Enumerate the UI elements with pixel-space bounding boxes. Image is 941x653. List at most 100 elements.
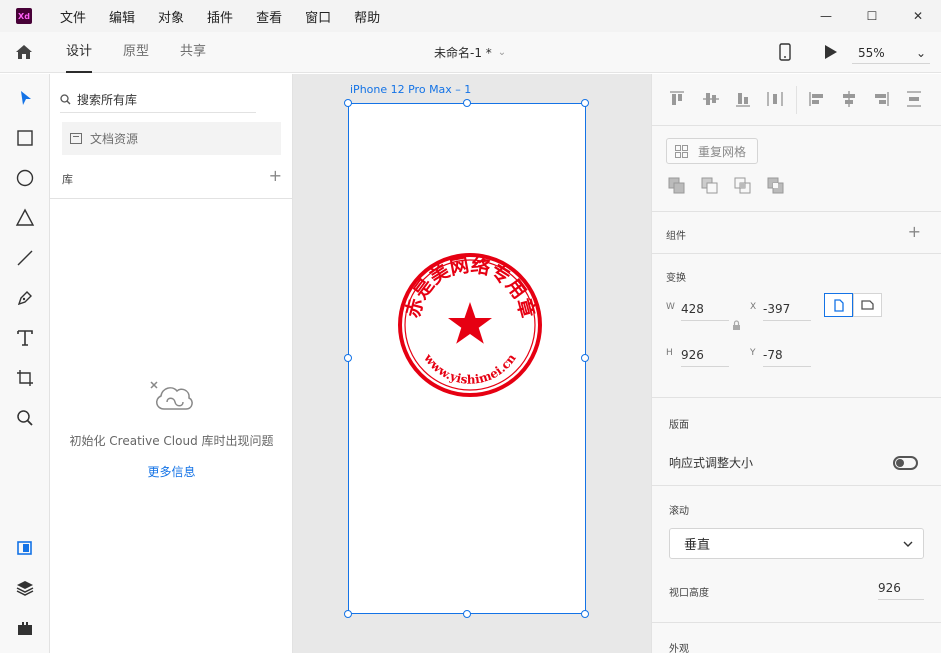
divider — [652, 211, 941, 212]
document-title[interactable]: 未命名-1 * ⌄ — [434, 44, 506, 61]
document-assets-icon — [70, 133, 82, 144]
document-assets-label: 文档资源 — [90, 132, 139, 146]
divider — [652, 485, 941, 486]
ellipse-icon[interactable] — [15, 168, 35, 188]
document-title-text: 未命名-1 * — [434, 46, 492, 60]
property-inspector: 重复网格 组件 + 变换 W 428 X -397 H 926 Y -78 版面… — [651, 74, 941, 653]
chevron-down-icon — [903, 541, 913, 547]
maximize-button[interactable]: ☐ — [849, 0, 895, 32]
artboard-icon[interactable] — [15, 368, 35, 388]
menu-edit[interactable]: 编辑 — [109, 7, 135, 26]
layers-icon[interactable] — [15, 578, 35, 598]
align-bottom-icon[interactable] — [734, 90, 752, 108]
device-preview-icon[interactable] — [779, 43, 791, 61]
width-field[interactable]: 428 — [681, 299, 729, 321]
text-icon[interactable] — [15, 328, 35, 348]
libraries-panel: 搜索所有库 文档资源 库 + 初始化 Creative Cloud 库时出现问题… — [50, 74, 293, 653]
scroll-direction-value: 垂直 — [684, 538, 711, 553]
home-icon[interactable] — [14, 42, 34, 62]
menu-view[interactable]: 查看 — [256, 7, 282, 26]
line-icon[interactable] — [15, 248, 35, 268]
library-search-input[interactable]: 搜索所有库 — [60, 87, 256, 113]
canvas[interactable]: iPhone 12 Pro Max – 1 赤是美网络专用章 www.yishi… — [293, 74, 651, 653]
minimize-button[interactable]: — — [803, 0, 849, 32]
libraries-icon[interactable] — [15, 538, 35, 558]
menu-file[interactable]: 文件 — [60, 7, 86, 26]
mode-bar: 设计 原型 共享 未命名-1 * ⌄ 55% ⌄ — [0, 32, 941, 73]
resize-handle-top-right[interactable] — [581, 99, 589, 107]
select-icon[interactable] — [15, 88, 35, 108]
distribute-vertical-icon[interactable] — [905, 90, 923, 108]
resize-handle-left[interactable] — [344, 354, 352, 362]
add-component-button[interactable]: + — [908, 222, 921, 241]
add-library-button[interactable]: + — [269, 168, 282, 187]
boolean-operations — [668, 177, 800, 194]
divider — [652, 622, 941, 623]
chevron-down-icon: ⌄ — [497, 47, 507, 58]
library-header: 库 + — [62, 168, 282, 187]
landscape-button[interactable] — [853, 293, 882, 317]
play-icon[interactable] — [824, 44, 838, 60]
menu-window[interactable]: 窗口 — [305, 7, 331, 26]
responsive-resize-toggle[interactable] — [893, 456, 918, 470]
height-field[interactable]: 926 — [681, 345, 729, 367]
y-field[interactable]: -78 — [763, 345, 811, 367]
resize-handle-right[interactable] — [581, 354, 589, 362]
rectangle-icon[interactable] — [15, 128, 35, 148]
align-left-icon[interactable] — [808, 90, 826, 108]
library-header-label: 库 — [62, 173, 73, 186]
resize-handle-bottom[interactable] — [463, 610, 471, 618]
triangle-icon[interactable] — [15, 208, 35, 228]
xd-logo-icon: Xd — [16, 8, 32, 24]
close-button[interactable]: ✕ — [895, 0, 941, 32]
divider — [50, 198, 293, 199]
window-controls: — ☐ ✕ — [803, 0, 941, 32]
height-label: H — [666, 348, 673, 358]
plugins-icon[interactable] — [15, 618, 35, 638]
resize-handle-bottom-right[interactable] — [581, 610, 589, 618]
menu-help[interactable]: 帮助 — [354, 7, 380, 26]
tab-share[interactable]: 共享 — [180, 32, 206, 73]
menu-object[interactable]: 对象 — [158, 7, 184, 26]
align-top-icon[interactable] — [668, 90, 686, 108]
artboard[interactable]: 赤是美网络专用章 www.yishimei.cn — [348, 103, 586, 614]
cc-error-message: 初始化 Creative Cloud 库时出现问题 — [69, 434, 274, 448]
portrait-icon — [833, 298, 844, 312]
scroll-direction-select[interactable]: 垂直 — [669, 528, 924, 559]
viewport-height-field[interactable]: 926 — [878, 578, 924, 600]
lock-aspect-icon[interactable] — [732, 320, 741, 331]
artboard-label[interactable]: iPhone 12 Pro Max – 1 — [350, 83, 471, 96]
landscape-icon — [861, 300, 874, 310]
menu-plugins[interactable]: 插件 — [207, 7, 233, 26]
repeat-grid-button[interactable]: 重复网格 — [666, 138, 758, 164]
scroll-section-label: 滚动 — [669, 506, 689, 517]
document-assets-item[interactable]: 文档资源 — [62, 122, 281, 155]
tool-rail — [0, 74, 50, 653]
layout-section-label: 版面 — [669, 420, 689, 431]
boolean-add-icon[interactable] — [668, 177, 685, 194]
pen-icon[interactable] — [15, 288, 35, 308]
more-info-link[interactable]: 更多信息 — [50, 463, 293, 480]
align-middle-icon[interactable] — [702, 90, 720, 108]
tab-prototype[interactable]: 原型 — [123, 32, 149, 73]
resize-handle-bottom-left[interactable] — [344, 610, 352, 618]
viewport-height-label: 视口高度 — [669, 588, 709, 599]
resize-handle-top-left[interactable] — [344, 99, 352, 107]
zoom-value: 55% — [858, 45, 885, 60]
company-seal-image[interactable]: 赤是美网络专用章 www.yishimei.cn — [397, 252, 543, 398]
x-field[interactable]: -397 — [763, 299, 811, 321]
align-right-icon[interactable] — [872, 90, 890, 108]
boolean-exclude-icon[interactable] — [767, 177, 784, 194]
grid-icon — [675, 144, 688, 158]
boolean-intersect-icon[interactable] — [734, 177, 751, 194]
align-center-icon[interactable] — [840, 90, 858, 108]
portrait-button[interactable] — [824, 293, 853, 317]
resize-handle-top[interactable] — [463, 99, 471, 107]
distribute-horizontal-icon[interactable] — [766, 90, 784, 108]
boolean-subtract-icon[interactable] — [701, 177, 718, 194]
tab-design[interactable]: 设计 — [66, 32, 93, 73]
mode-tabs: 设计 原型 共享 — [66, 32, 237, 73]
width-label: W — [666, 302, 675, 312]
zoom-icon[interactable] — [15, 408, 35, 428]
zoom-select[interactable]: 55% ⌄ — [852, 42, 930, 64]
